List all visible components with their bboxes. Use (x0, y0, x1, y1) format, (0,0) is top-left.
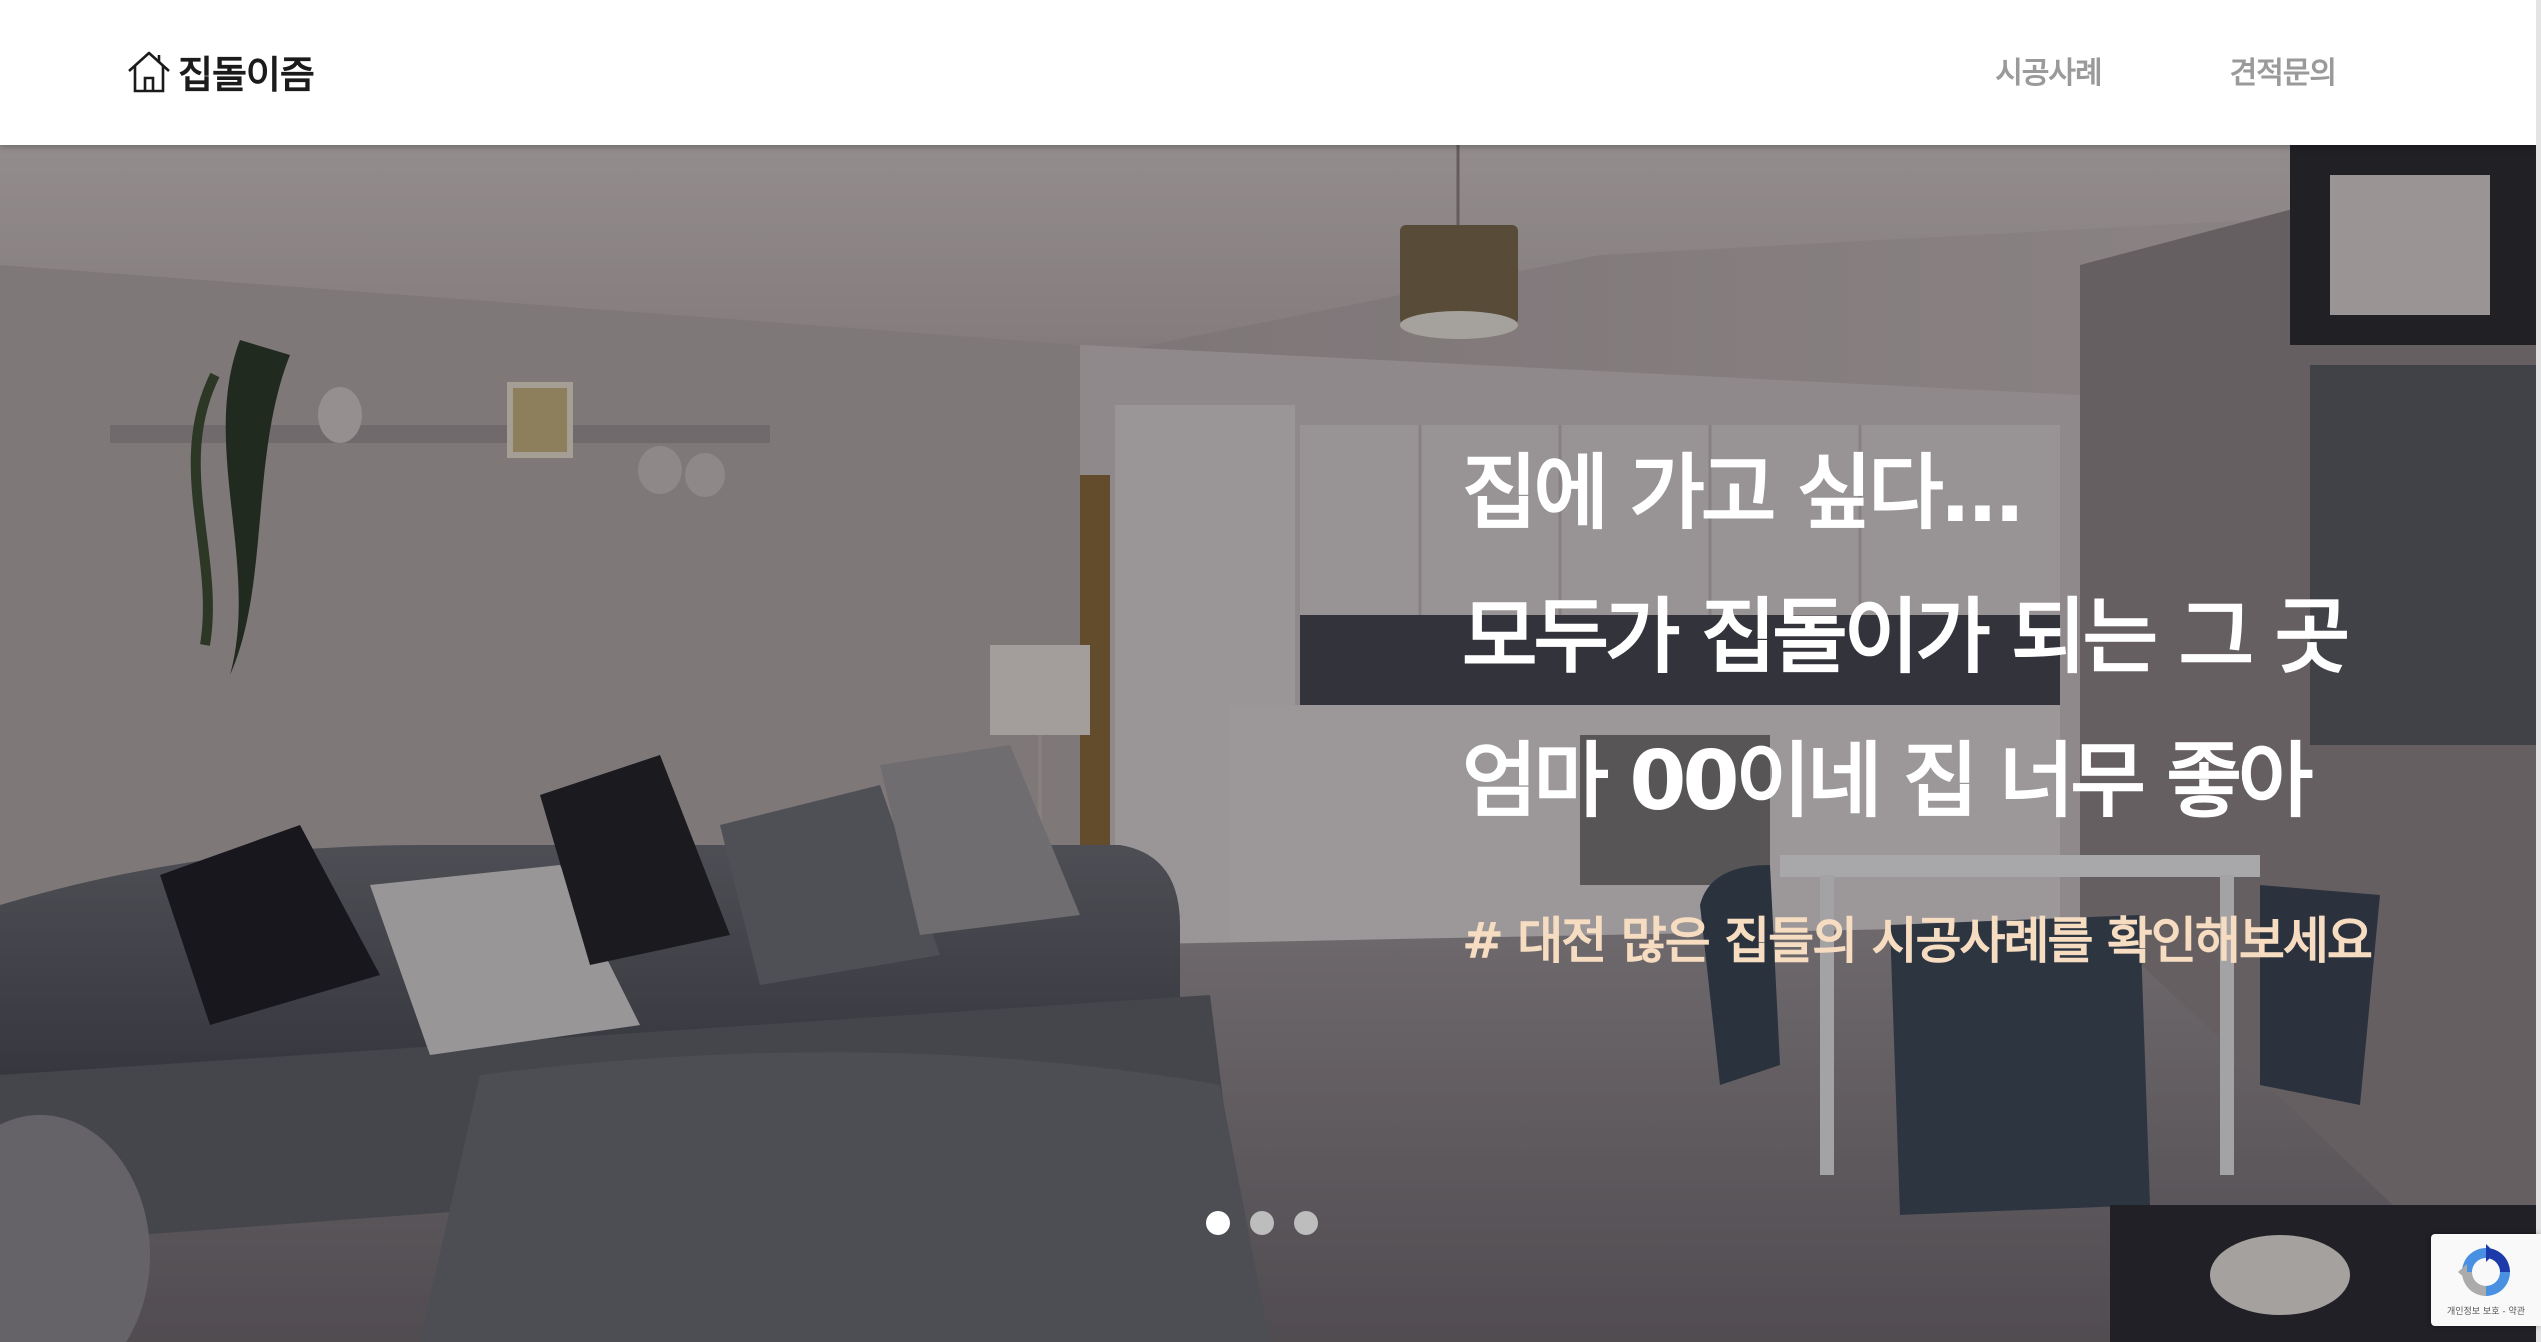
carousel-dot-3[interactable] (1294, 1211, 1318, 1235)
recaptcha-badge[interactable]: 개인정보 보호 - 약관 (2431, 1234, 2541, 1326)
page-scrollbar[interactable] (2536, 0, 2541, 1342)
carousel-dot-1[interactable] (1206, 1211, 1230, 1235)
hero-tagline: # 대전 많은 집들의 시공사례를 확인해보세요 (1462, 912, 2373, 970)
site-header: 집돌이즘 시공사례 견적문의 (0, 0, 2536, 145)
hero-headline-2: 모두가 집돌이가 되는 그 곳 (1462, 590, 2350, 685)
hero-headline-1: 집에 가고 싶다... (1462, 446, 2025, 541)
logo-text: 집돌이즘 (178, 53, 315, 97)
house-icon (126, 49, 172, 95)
hero-text-block: 집에 가고 싶다... 모두가 집돌이가 되는 그 곳 엄마 00이네 집 너무… (1462, 446, 2373, 973)
carousel-dot-2[interactable] (1250, 1211, 1274, 1235)
page: 집돌이즘 시공사례 견적문의 집에 가고 싶다... 모두가 집돌이가 되는 그… (0, 0, 2541, 1342)
recaptcha-links[interactable]: 개인정보 보호 - 약관 (2431, 1304, 2541, 1317)
carousel-pagination (1206, 1211, 1318, 1235)
nav-link-estimate[interactable]: 견적문의 (2230, 48, 2337, 92)
recaptcha-icon (2458, 1244, 2510, 1296)
logo-link[interactable]: 집돌이즘 (126, 44, 315, 99)
hero-headline-3: 엄마 00이네 집 너무 좋아 (1462, 734, 2313, 829)
nav-link-cases[interactable]: 시공사례 (1995, 48, 2102, 92)
main-nav: 시공사례 견적문의 (1995, 48, 2337, 92)
hero-carousel: 집에 가고 싶다... 모두가 집돌이가 되는 그 곳 엄마 00이네 집 너무… (0, 145, 2536, 1342)
